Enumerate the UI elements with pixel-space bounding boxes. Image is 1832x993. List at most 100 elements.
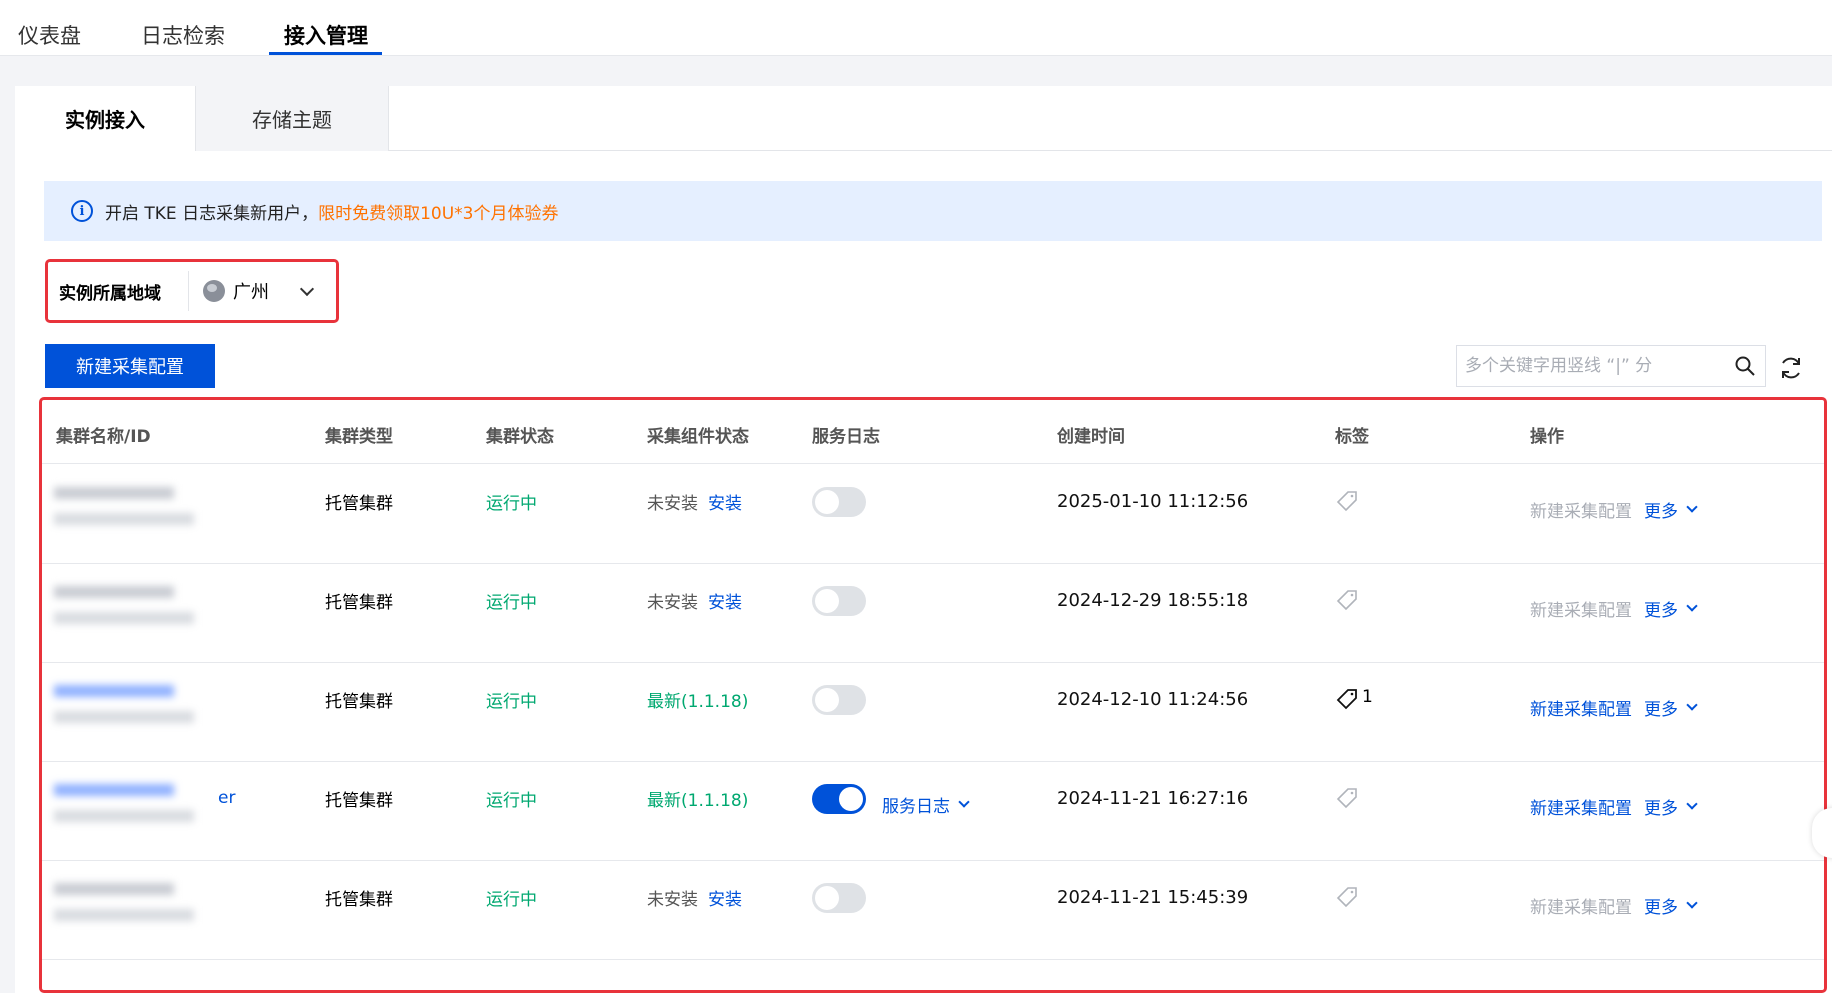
component-status: 未安装 安装 (647, 489, 742, 514)
table-row: 托管集群 运行中 未安装 安装 2024-11-21 15:45:39 新建采集配… (42, 861, 1824, 960)
created-time: 2024-12-10 11:24:56 (1057, 689, 1249, 710)
install-link[interactable]: 安装 (708, 593, 742, 613)
service-log-label: 服务日志 (882, 797, 950, 817)
tab-access-management[interactable]: 接入管理 (284, 20, 368, 56)
region-label: 实例所属地域 (59, 283, 161, 304)
service-log-toggle[interactable] (812, 883, 866, 913)
service-log-toggle[interactable] (812, 487, 866, 517)
notice-text: 开启 TKE 日志采集新用户， (105, 203, 319, 224)
table-header: 集群名称/ID 集群类型 集群状态 采集组件状态 服务日志 创建时间 标签 操作 (42, 400, 1824, 464)
service-log-toggle[interactable] (812, 784, 866, 814)
create-config-link[interactable]: 新建采集配置 (1530, 596, 1632, 621)
table-row: 托管集群 运行中 最新(1.1.18) 2024-12-10 11:24:56 … (42, 663, 1824, 762)
more-dropdown[interactable]: 更多 (1644, 695, 1698, 720)
notice-promo-link[interactable]: 限时免费领取10U*3个月体验券 (318, 199, 558, 224)
row-actions: 新建采集配置 更多 (1530, 893, 1698, 918)
cluster-status: 运行中 (486, 890, 537, 910)
cluster-name-redacted (54, 784, 214, 836)
col-cluster-name: 集群名称/ID (56, 427, 151, 447)
create-config-link[interactable]: 新建采集配置 (1530, 893, 1632, 918)
col-service-log: 服务日志 (812, 427, 880, 447)
more-dropdown[interactable]: 更多 (1644, 497, 1698, 522)
cluster-name-redacted (54, 487, 214, 539)
component-status: 未安装 安装 (647, 588, 742, 613)
created-time: 2025-01-10 11:12:56 (1057, 491, 1249, 512)
more-label: 更多 (1644, 601, 1678, 621)
create-config-link[interactable]: 新建采集配置 (1530, 497, 1632, 522)
active-tab-indicator (269, 52, 382, 55)
chevron-down-icon (299, 281, 315, 296)
new-collection-config-button[interactable]: 新建采集配置 (45, 344, 215, 388)
create-config-link[interactable]: 新建采集配置 (1530, 695, 1632, 720)
tab-dashboard[interactable]: 仪表盘 (18, 20, 81, 56)
row-actions: 新建采集配置 更多 (1530, 695, 1698, 720)
col-tags: 标签 (1335, 427, 1369, 447)
component-status-text: 未安装 (647, 593, 698, 613)
more-label: 更多 (1644, 700, 1678, 720)
cluster-status: 运行中 (486, 692, 537, 712)
component-status: 最新(1.1.18) (647, 786, 748, 811)
tag-icon[interactable] (1335, 786, 1359, 810)
main-panel: 实例接入 存储主题 i 开启 TKE 日志采集新用户， 限时免费领取10U*3个… (15, 86, 1832, 993)
tag-icon[interactable] (1335, 489, 1359, 513)
component-status: 最新(1.1.18) (647, 687, 748, 712)
row-actions: 新建采集配置 更多 (1530, 794, 1698, 819)
search-icon[interactable] (1735, 356, 1755, 376)
row-actions: 新建采集配置 更多 (1530, 497, 1698, 522)
component-status-text: 最新(1.1.18) (647, 692, 749, 712)
chevron-down-icon (1686, 699, 1698, 711)
component-status: 未安装 安装 (647, 885, 742, 910)
chevron-down-icon (958, 796, 970, 808)
row-actions: 新建采集配置 更多 (1530, 596, 1698, 621)
created-time: 2024-11-21 16:27:16 (1057, 788, 1249, 809)
cluster-type: 托管集群 (325, 593, 393, 613)
search-box (1456, 345, 1766, 387)
cluster-type: 托管集群 (325, 494, 393, 514)
install-link[interactable]: 安装 (708, 494, 742, 514)
more-dropdown[interactable]: 更多 (1644, 893, 1698, 918)
tag-icon[interactable] (1335, 885, 1359, 909)
tab-storage-topic[interactable]: 存储主题 (195, 86, 389, 151)
tag-count: 1 (1362, 687, 1373, 707)
cluster-type: 托管集群 (325, 890, 393, 910)
cluster-name-redacted (54, 883, 214, 935)
create-config-link[interactable]: 新建采集配置 (1530, 794, 1632, 819)
service-log-toggle[interactable] (812, 586, 866, 616)
col-cluster-status: 集群状态 (486, 427, 554, 447)
cluster-name-suffix[interactable]: er (218, 788, 235, 808)
region-filter: 实例所属地域 广州 (45, 259, 339, 323)
created-time: 2024-12-29 18:55:18 (1057, 590, 1249, 611)
service-log-toggle[interactable] (812, 685, 866, 715)
component-status-text: 未安装 (647, 494, 698, 514)
sub-tabs: 实例接入 存储主题 (15, 86, 1832, 152)
region-select[interactable]: 广州 (188, 271, 330, 311)
tab-instance-access[interactable]: 实例接入 (15, 86, 195, 152)
more-dropdown[interactable]: 更多 (1644, 794, 1698, 819)
cluster-type: 托管集群 (325, 692, 393, 712)
col-actions: 操作 (1530, 427, 1564, 447)
cluster-name-redacted (54, 685, 214, 737)
service-log-dropdown[interactable]: 服务日志 (882, 792, 970, 817)
tab-log-search[interactable]: 日志检索 (141, 20, 225, 56)
tag-icon[interactable] (1335, 687, 1359, 711)
notice-banner: i 开启 TKE 日志采集新用户， 限时免费领取10U*3个月体验券 (44, 181, 1822, 241)
col-created-time: 创建时间 (1057, 427, 1125, 447)
more-label: 更多 (1644, 898, 1678, 918)
component-status-text: 未安装 (647, 890, 698, 910)
table-row: er 托管集群 运行中 最新(1.1.18) 服务日志 2024-11-21 1… (42, 762, 1824, 861)
cluster-status: 运行中 (486, 791, 537, 811)
cluster-name-redacted (54, 586, 214, 638)
region-value: 广州 (233, 282, 269, 303)
more-dropdown[interactable]: 更多 (1644, 596, 1698, 621)
chevron-down-icon (1686, 798, 1698, 810)
chevron-down-icon (1686, 501, 1698, 513)
tag-icon[interactable] (1335, 588, 1359, 612)
chevron-down-icon (1686, 897, 1698, 909)
cluster-status: 运行中 (486, 593, 537, 613)
refresh-icon[interactable] (1778, 355, 1804, 381)
top-nav: 仪表盘 日志检索 接入管理 (0, 0, 1832, 56)
search-input[interactable] (1457, 356, 1717, 376)
more-label: 更多 (1644, 799, 1678, 819)
table-row: 托管集群 运行中 未安装 安装 2024-12-29 18:55:18 新建采集配… (42, 564, 1824, 663)
install-link[interactable]: 安装 (708, 890, 742, 910)
